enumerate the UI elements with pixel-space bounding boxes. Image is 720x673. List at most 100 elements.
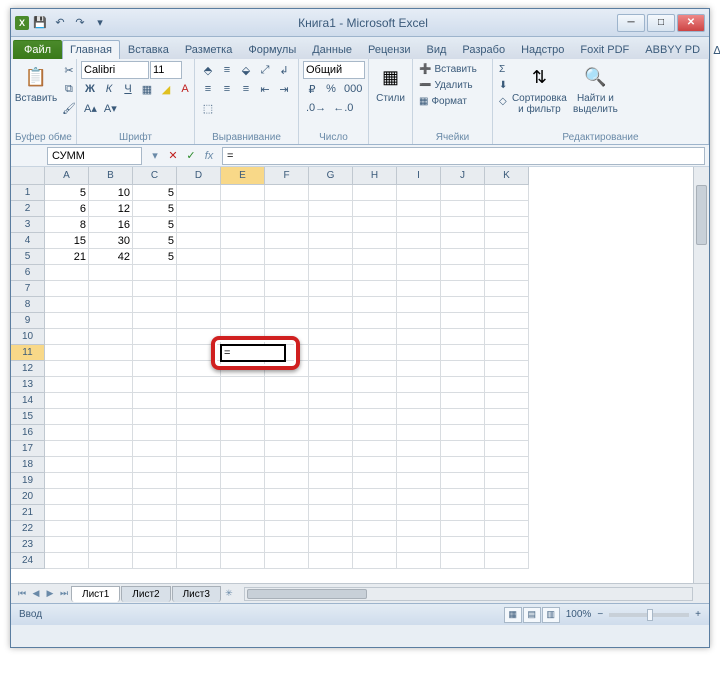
cell-B21[interactable] (89, 505, 133, 521)
cell-J15[interactable] (441, 409, 485, 425)
cell-G18[interactable] (309, 457, 353, 473)
cell-I20[interactable] (397, 489, 441, 505)
cell-J17[interactable] (441, 441, 485, 457)
cell-K22[interactable] (485, 521, 529, 537)
sheet-nav-last-icon[interactable]: ⏭ (57, 587, 71, 601)
select-all-button[interactable] (11, 167, 45, 185)
cell-H2[interactable] (353, 201, 397, 217)
cell-A5[interactable]: 21 (45, 249, 89, 265)
cell-B13[interactable] (89, 377, 133, 393)
cell-I7[interactable] (397, 281, 441, 297)
cell-F13[interactable] (265, 377, 309, 393)
decrease-indent-icon[interactable]: ⇤ (256, 80, 274, 98)
column-header-A[interactable]: A (45, 167, 89, 185)
cell-B20[interactable] (89, 489, 133, 505)
orientation-icon[interactable]: ⤢ (256, 61, 274, 79)
cell-F21[interactable] (265, 505, 309, 521)
decrease-font-icon[interactable]: A▾ (101, 99, 120, 117)
column-header-D[interactable]: D (177, 167, 221, 185)
cell-F24[interactable] (265, 553, 309, 569)
cell-A2[interactable]: 6 (45, 201, 89, 217)
cancel-formula-icon[interactable]: ✕ (164, 147, 182, 165)
minimize-ribbon-icon[interactable]: ᐃ (708, 41, 720, 59)
cell-F8[interactable] (265, 297, 309, 313)
name-box-dropdown-icon[interactable]: ▾ (146, 147, 164, 165)
row-header-7[interactable]: 7 (11, 281, 45, 297)
cell-D2[interactable] (177, 201, 221, 217)
cell-G3[interactable] (309, 217, 353, 233)
row-header-24[interactable]: 24 (11, 553, 45, 569)
cell-I16[interactable] (397, 425, 441, 441)
cell-I11[interactable] (397, 345, 441, 361)
cell-D23[interactable] (177, 537, 221, 553)
cell-C9[interactable] (133, 313, 177, 329)
cell-I4[interactable] (397, 233, 441, 249)
cell-G2[interactable] (309, 201, 353, 217)
cell-E3[interactable] (221, 217, 265, 233)
cell-B12[interactable] (89, 361, 133, 377)
cell-D24[interactable] (177, 553, 221, 569)
cell-E23[interactable] (221, 537, 265, 553)
vertical-scroll-thumb[interactable] (696, 185, 707, 245)
cell-K21[interactable] (485, 505, 529, 521)
row-header-9[interactable]: 9 (11, 313, 45, 329)
percent-icon[interactable]: % (322, 80, 340, 98)
row-header-3[interactable]: 3 (11, 217, 45, 233)
cell-E9[interactable] (221, 313, 265, 329)
row-header-13[interactable]: 13 (11, 377, 45, 393)
tab-layout[interactable]: Разметка (177, 40, 241, 59)
cell-G21[interactable] (309, 505, 353, 521)
tab-addins[interactable]: Надстро (513, 40, 572, 59)
row-header-1[interactable]: 1 (11, 185, 45, 201)
cell-I13[interactable] (397, 377, 441, 393)
cell-B7[interactable] (89, 281, 133, 297)
cell-H5[interactable] (353, 249, 397, 265)
column-header-G[interactable]: G (309, 167, 353, 185)
cell-G10[interactable] (309, 329, 353, 345)
cell-I12[interactable] (397, 361, 441, 377)
page-layout-view-icon[interactable]: ▤ (523, 607, 541, 623)
cell-B15[interactable] (89, 409, 133, 425)
cell-I8[interactable] (397, 297, 441, 313)
cell-F15[interactable] (265, 409, 309, 425)
cell-B23[interactable] (89, 537, 133, 553)
align-center-icon[interactable]: ≡ (218, 80, 236, 98)
cell-D5[interactable] (177, 249, 221, 265)
cell-G11[interactable] (309, 345, 353, 361)
cell-H3[interactable] (353, 217, 397, 233)
delete-cells-button[interactable]: ➖Удалить (417, 79, 479, 92)
cell-A16[interactable] (45, 425, 89, 441)
cell-H10[interactable] (353, 329, 397, 345)
cell-A19[interactable] (45, 473, 89, 489)
cell-G23[interactable] (309, 537, 353, 553)
tab-home[interactable]: Главная (62, 40, 120, 59)
maximize-button[interactable]: □ (647, 14, 675, 32)
increase-font-icon[interactable]: A▴ (81, 99, 100, 117)
cell-B22[interactable] (89, 521, 133, 537)
cell-C20[interactable] (133, 489, 177, 505)
cell-I18[interactable] (397, 457, 441, 473)
cell-J2[interactable] (441, 201, 485, 217)
close-button[interactable]: ✕ (677, 14, 705, 32)
cell-D1[interactable] (177, 185, 221, 201)
border-icon[interactable]: ▦ (138, 80, 156, 98)
row-header-12[interactable]: 12 (11, 361, 45, 377)
merge-cells-icon[interactable]: ⬚ (199, 99, 217, 117)
cell-D8[interactable] (177, 297, 221, 313)
cell-K1[interactable] (485, 185, 529, 201)
cell-I1[interactable] (397, 185, 441, 201)
cell-A14[interactable] (45, 393, 89, 409)
sheet-nav-next-icon[interactable]: ▶ (43, 587, 57, 601)
cell-A8[interactable] (45, 297, 89, 313)
cell-C8[interactable] (133, 297, 177, 313)
cell-I3[interactable] (397, 217, 441, 233)
decrease-decimal-icon[interactable]: ←.0 (330, 99, 356, 117)
row-header-18[interactable]: 18 (11, 457, 45, 473)
cell-I22[interactable] (397, 521, 441, 537)
cell-G13[interactable] (309, 377, 353, 393)
cell-J22[interactable] (441, 521, 485, 537)
row-header-2[interactable]: 2 (11, 201, 45, 217)
cell-A3[interactable]: 8 (45, 217, 89, 233)
sheet-tab-3[interactable]: Лист3 (172, 586, 221, 602)
cell-F6[interactable] (265, 265, 309, 281)
